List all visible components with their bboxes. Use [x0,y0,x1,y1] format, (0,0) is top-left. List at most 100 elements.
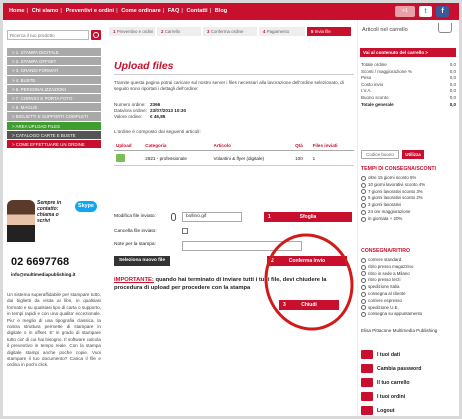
sidebar-item-digital-print[interactable]: > 1. STAMPA DIGITALE [7,48,101,58]
shipping-title: CONSEGNA/RITIRO [361,248,410,254]
cart-row: Buono sconto 0,0 [361,94,456,100]
shipping-option[interactable]: corriere standard [361,257,456,264]
shipping-option[interactable]: spedizione U.E. [361,305,456,312]
search-input[interactable] [7,30,89,40]
order-value-row: Valore ordine: € 46,85 [114,114,166,119]
shipping-option[interactable]: ritiro in sede a Milano [361,271,456,278]
important-label: IMPORTANTE: [114,277,154,283]
skype-icon[interactable]: Skype [75,201,97,212]
shipping-option[interactable]: spedizione Italia [361,284,456,291]
shipping-option[interactable]: corriere espresso [361,298,456,305]
nav-how-to-order[interactable]: Come ordinare [121,8,160,14]
shipping-option[interactable]: consegna al cliente [361,291,456,298]
radio-icon [361,175,366,181]
nav-about[interactable]: Chi siamo [32,8,59,14]
delivery-option[interactable]: 7 giorni lavorativi sconto 3% [361,189,456,196]
category-menu: > 1. STAMPA DIGITALE > 2. STAMPA OFFSET … [7,48,101,150]
contact-box: Sempre in contatto: chiama o scrivi Skyp… [7,200,101,277]
apply-coupon-button[interactable]: Utilizza [402,150,424,159]
delivery-option[interactable]: 3 giorni lavorativi [361,202,456,209]
step-1[interactable]: 1 Preventivo e ordini [109,27,155,36]
delivery-option[interactable]: 10 giorni lavorativi sconto 4% [361,182,456,189]
nav-blog[interactable]: Blog [215,8,227,14]
nav-home[interactable]: Home [9,8,25,14]
cart-row: Sconti / maggiorazione % 0,0 [361,68,456,74]
delivery-option[interactable]: 5 giorni lavorativi sconto 2% [361,195,456,202]
delete-label: Cancella file inviato: [114,229,157,234]
contact-text: Sempre in contatto: chiama o scrivi [37,200,62,224]
step-5[interactable]: 5 Invia file [307,27,351,36]
account-item-cart[interactable]: Il tuo carrello [361,378,456,388]
row-qty: 100 [293,150,311,166]
delete-checkbox[interactable] [182,228,188,234]
coupon-input[interactable]: Codice buono [361,150,399,159]
left-sidebar: > 1. STAMPA DIGITALE > 2. STAMPA OFFSET … [3,20,105,416]
row-article: Volantini & flyer (digitale) [211,150,294,166]
cart-row: Peso 0,0 [361,75,456,81]
select-new-file-button[interactable]: Seleziona nuovo file [114,256,170,266]
cart-row: Totale ordine 0,0 [361,62,456,67]
avatar [7,200,35,242]
delivery-option[interactable]: in giornata + 20% [361,216,456,223]
col-category: Categoria [143,141,212,151]
cart-link[interactable]: Vai al contenuto del carrello > [360,48,456,57]
facebook-icon[interactable]: f [436,6,449,17]
row-category: 2821 - professionale [143,150,212,166]
row-files: 1 [310,150,354,166]
user-note: Elisa Pittacone Multimedia Publishing [361,328,438,333]
nav-quotes[interactable]: Preventivi e ordini [66,8,115,14]
cart-row: Costo invio 0,0 [361,81,456,87]
account-item-logout[interactable]: Logout [361,406,456,416]
right-sidebar: Articoli nel carrello Vai al contenuto d… [357,20,459,416]
sidebar-item-personalizations[interactable]: > 5. PERSONALIZZAZIONI [7,84,101,94]
col-files: Files inviati [310,141,354,151]
items-table: Upload Categoria Articolo Qtà Files invi… [114,141,354,166]
sidebar-item-envelopes[interactable]: > 4. BUSTE [7,75,101,85]
sidebar-item-upload[interactable]: > AREA UPLOAD FILES [7,121,101,131]
sidebar-item-catalog[interactable]: > CATALOGO CARTE E BUSTE [7,130,101,140]
google-plus-icon[interactable]: +1 [395,6,415,17]
sidebar-item-cards[interactable]: > BIGLIETTI E SUPPORTI COMPLETI [7,112,101,122]
divider [114,74,354,75]
shipping-option[interactable]: ritiro presso magazzino [361,264,456,271]
step-2[interactable]: 2 Carrello [157,27,201,36]
contact-email[interactable]: info@multimediapublishing.it [11,272,75,277]
radio-icon [361,271,366,277]
delivery-option[interactable]: oltre 15 giorni sconto 5% [361,175,456,182]
upload-file-icon[interactable] [116,154,125,162]
col-upload: Upload [114,141,144,151]
checkout-steps: 1 Preventivo e ordini 2 Carrello 3 Confe… [109,27,355,36]
coupon-row: Codice buono Utilizza [361,150,456,160]
delivery-title: TEMPI DI CONSEGNA/SCONTI [361,166,436,172]
sidebar-item-how-to-order[interactable]: > COME EFFETTUARE UN ORDINE [7,139,101,150]
step-4[interactable]: 4 Pagamento [259,27,305,36]
delivery-option[interactable]: 24 ore maggiorazione [361,209,456,216]
twitter-icon[interactable]: t [419,6,432,17]
summary-text: L'ordine è composto dai seguenti articol… [114,130,201,135]
account-item-data[interactable]: I tuoi dati [361,350,456,360]
browse-button[interactable]: 1 Sfoglia [264,212,352,222]
shipping-option[interactable]: ritiro presso terzi [361,277,456,284]
search-row [7,30,101,40]
cart-icon[interactable] [438,23,452,33]
sidebar-item-large-formats[interactable]: > 3. GRANDI FORMATI [7,66,101,76]
table-row[interactable]: 2821 - professionale Volantini & flyer (… [114,150,354,166]
phone-number: 02 6697768 [11,256,70,268]
radio-icon [361,182,366,188]
sidebar-item-shirts[interactable]: > 8. MAGLIE [7,103,101,113]
sidebar-item-offset-print[interactable]: > 2. STAMPA OFFSET [7,57,101,67]
account-item-orders[interactable]: I tuoi ordini [361,392,456,402]
table-header: Upload Categoria Articolo Qtà Files invi… [114,141,354,151]
radio-icon [361,196,366,202]
sidebar-item-frames[interactable]: > 7. CORNICI E PORTA FOTO [7,93,101,104]
step-3[interactable]: 3 Conferma ordine [203,27,257,36]
shipping-option[interactable]: consegna su appuntamento [361,311,456,318]
nav-faq[interactable]: FAQ [168,8,180,14]
account-item-password[interactable]: Cambia password [361,364,456,374]
radio-icon [361,291,366,297]
orders-icon [361,392,373,402]
file-field[interactable]: bollino.gif [182,212,242,222]
search-icon[interactable] [91,30,101,40]
cart-summary: Totale ordine 0,0 Sconti / maggiorazione … [361,62,456,108]
nav-contacts[interactable]: Contatti [186,8,207,14]
